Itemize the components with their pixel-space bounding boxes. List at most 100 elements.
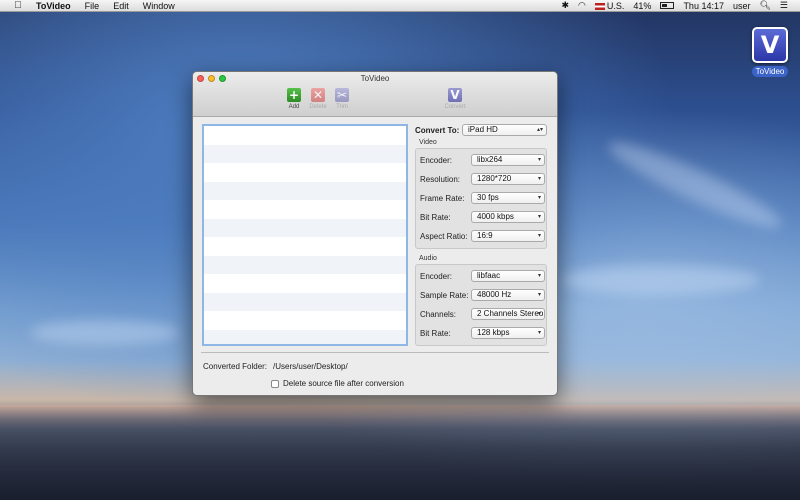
audio-encoder-field: Encoder: libfaac ▾: [420, 270, 545, 282]
frame-rate-value: 30 fps: [477, 193, 499, 202]
video-bit-rate-select[interactable]: 4000 kbps ▾: [471, 211, 545, 223]
sample-rate-label: Sample Rate:: [420, 290, 469, 300]
sea-horizon: [0, 405, 800, 500]
sample-rate-value: 48000 Hz: [477, 290, 512, 299]
chevron-down-icon: ▾: [537, 176, 541, 182]
list-item: [204, 329, 406, 344]
battery-percent[interactable]: 41%: [633, 1, 651, 11]
plus-icon: +: [287, 88, 301, 102]
channels-select[interactable]: 2 Channels Stereo ▾: [471, 308, 545, 320]
spotlight-icon[interactable]: 🔍︎: [759, 0, 770, 11]
divider: [201, 352, 549, 353]
menu-window[interactable]: Window: [143, 1, 175, 11]
video-encoder-select[interactable]: libx264 ▾: [471, 154, 545, 166]
list-item: [204, 311, 406, 330]
window-title: ToVideo: [360, 74, 390, 83]
delete-source-checkbox[interactable]: [271, 379, 279, 388]
menu-app-name[interactable]: ToVideo: [36, 1, 71, 11]
audio-bit-rate-label: Bit Rate:: [420, 328, 451, 338]
frame-rate-label: Frame Rate:: [420, 193, 465, 203]
chevron-down-icon: ▾: [537, 292, 541, 298]
chevron-down-icon: ▾: [537, 233, 541, 239]
chevron-down-icon: ▾: [537, 157, 541, 163]
frame-rate-select[interactable]: 30 fps ▾: [471, 192, 545, 204]
audio-bit-rate-field: Bit Rate: 128 kbps ▾: [420, 327, 545, 339]
aspect-ratio-select[interactable]: 16:9 ▾: [471, 230, 545, 242]
list-item: [204, 126, 406, 145]
desktop-icon-label: ToVideo: [751, 66, 789, 77]
aspect-ratio-value: 16:9: [477, 231, 493, 240]
audio-group-title: Audio: [419, 255, 437, 262]
list-item: [204, 200, 406, 219]
list-item: [204, 181, 406, 200]
apple-icon[interactable]: : [12, 0, 24, 11]
audio-group: Encoder: libfaac ▾ Sample Rate: 48000 Hz ▾…: [415, 264, 547, 346]
delete-button[interactable]: ✕ Delete: [305, 88, 331, 110]
chevron-down-icon: ▾: [537, 214, 541, 220]
trim-label: Trim: [336, 104, 348, 110]
chevron-down-icon: ▾: [537, 330, 541, 336]
resolution-value: 1280*720: [477, 174, 512, 183]
convert-to-value: iPad HD: [468, 125, 498, 134]
clock[interactable]: Thu 14:17: [683, 1, 724, 11]
aspect-ratio-field: Aspect Ratio: 16:9 ▾: [420, 230, 545, 242]
app-window: ToVideo + Add ✕ Delete ✂ Trim V Convert: [192, 71, 558, 396]
video-bit-rate-value: 4000 kbps: [477, 212, 514, 221]
input-source-label: U.S.: [606, 0, 625, 11]
video-bit-rate-label: Bit Rate:: [420, 212, 451, 222]
input-source[interactable]: U.S.: [594, 0, 625, 11]
audio-bit-rate-value: 128 kbps: [477, 328, 510, 337]
delete-label: Delete: [309, 104, 327, 110]
convert-label: Convert: [444, 104, 466, 110]
menu-edit[interactable]: Edit: [113, 1, 129, 11]
video-encoder-field: Encoder: libx264 ▾: [420, 154, 545, 166]
notification-center-icon[interactable]: ☰: [780, 0, 788, 11]
user-menu[interactable]: user: [733, 1, 751, 11]
convert-to-row: Convert To: iPad HD ▴▾: [415, 124, 547, 136]
converted-folder-label: Converted Folder:: [203, 362, 268, 371]
flag-icon: [594, 2, 605, 10]
trim-button[interactable]: ✂ Trim: [329, 88, 355, 110]
delete-source-label[interactable]: Delete source file after conversion: [283, 379, 404, 388]
converted-folder-row: Converted Folder: /Users/user/Desktop/: [203, 362, 348, 371]
convert-to-select[interactable]: iPad HD ▴▾: [462, 124, 547, 136]
resolution-select[interactable]: 1280*720 ▾: [471, 173, 545, 185]
audio-encoder-select[interactable]: libfaac ▾: [471, 270, 545, 282]
sample-rate-field: Sample Rate: 48000 Hz ▾: [420, 289, 545, 301]
audio-encoder-label: Encoder:: [420, 271, 453, 281]
video-encoder-value: libx264: [477, 155, 503, 164]
battery-icon[interactable]: [660, 2, 675, 9]
audio-encoder-value: libfaac: [477, 271, 501, 280]
converted-folder-path[interactable]: /Users/user/Desktop/: [273, 362, 348, 371]
window-titlebar[interactable]: ToVideo + Add ✕ Delete ✂ Trim V Convert: [193, 72, 557, 117]
convert-v-icon: V: [448, 88, 462, 102]
add-label: Add: [288, 104, 300, 110]
updown-arrow-icon: ▴▾: [536, 127, 543, 133]
list-item: [204, 163, 406, 182]
cloud-streak: [560, 265, 760, 295]
sample-rate-select[interactable]: 48000 Hz ▾: [471, 289, 545, 301]
chevron-down-icon: ▾: [537, 311, 541, 317]
channels-value: 2 Channels Stereo: [477, 309, 544, 318]
desktop-app-icon[interactable]: V ToVideo: [750, 27, 790, 77]
chevron-down-icon: ▾: [537, 195, 541, 201]
list-item: [204, 218, 406, 237]
video-bit-rate-field: Bit Rate: 4000 kbps ▾: [420, 211, 545, 223]
file-list[interactable]: [202, 124, 408, 346]
delete-source-row: Delete source file after conversion: [271, 379, 404, 388]
tovideo-app-icon: V: [752, 27, 788, 63]
convert-to-label: Convert To:: [415, 125, 460, 135]
delete-x-icon: ✕: [311, 88, 325, 102]
list-item: [204, 237, 406, 256]
wifi-icon[interactable]: ◠: [578, 0, 586, 11]
audio-bit-rate-select[interactable]: 128 kbps ▾: [471, 327, 545, 339]
add-button[interactable]: + Add: [281, 88, 307, 110]
chevron-down-icon: ▾: [537, 273, 541, 279]
menu-file[interactable]: File: [85, 1, 100, 11]
list-item: [204, 144, 406, 163]
convert-button[interactable]: V Convert: [442, 88, 468, 110]
aspect-ratio-label: Aspect Ratio:: [420, 231, 468, 241]
bluetooth-icon[interactable]: ✱: [562, 0, 570, 11]
frame-rate-field: Frame Rate: 30 fps ▾: [420, 192, 545, 204]
channels-field: Channels: 2 Channels Stereo ▾: [420, 308, 545, 320]
